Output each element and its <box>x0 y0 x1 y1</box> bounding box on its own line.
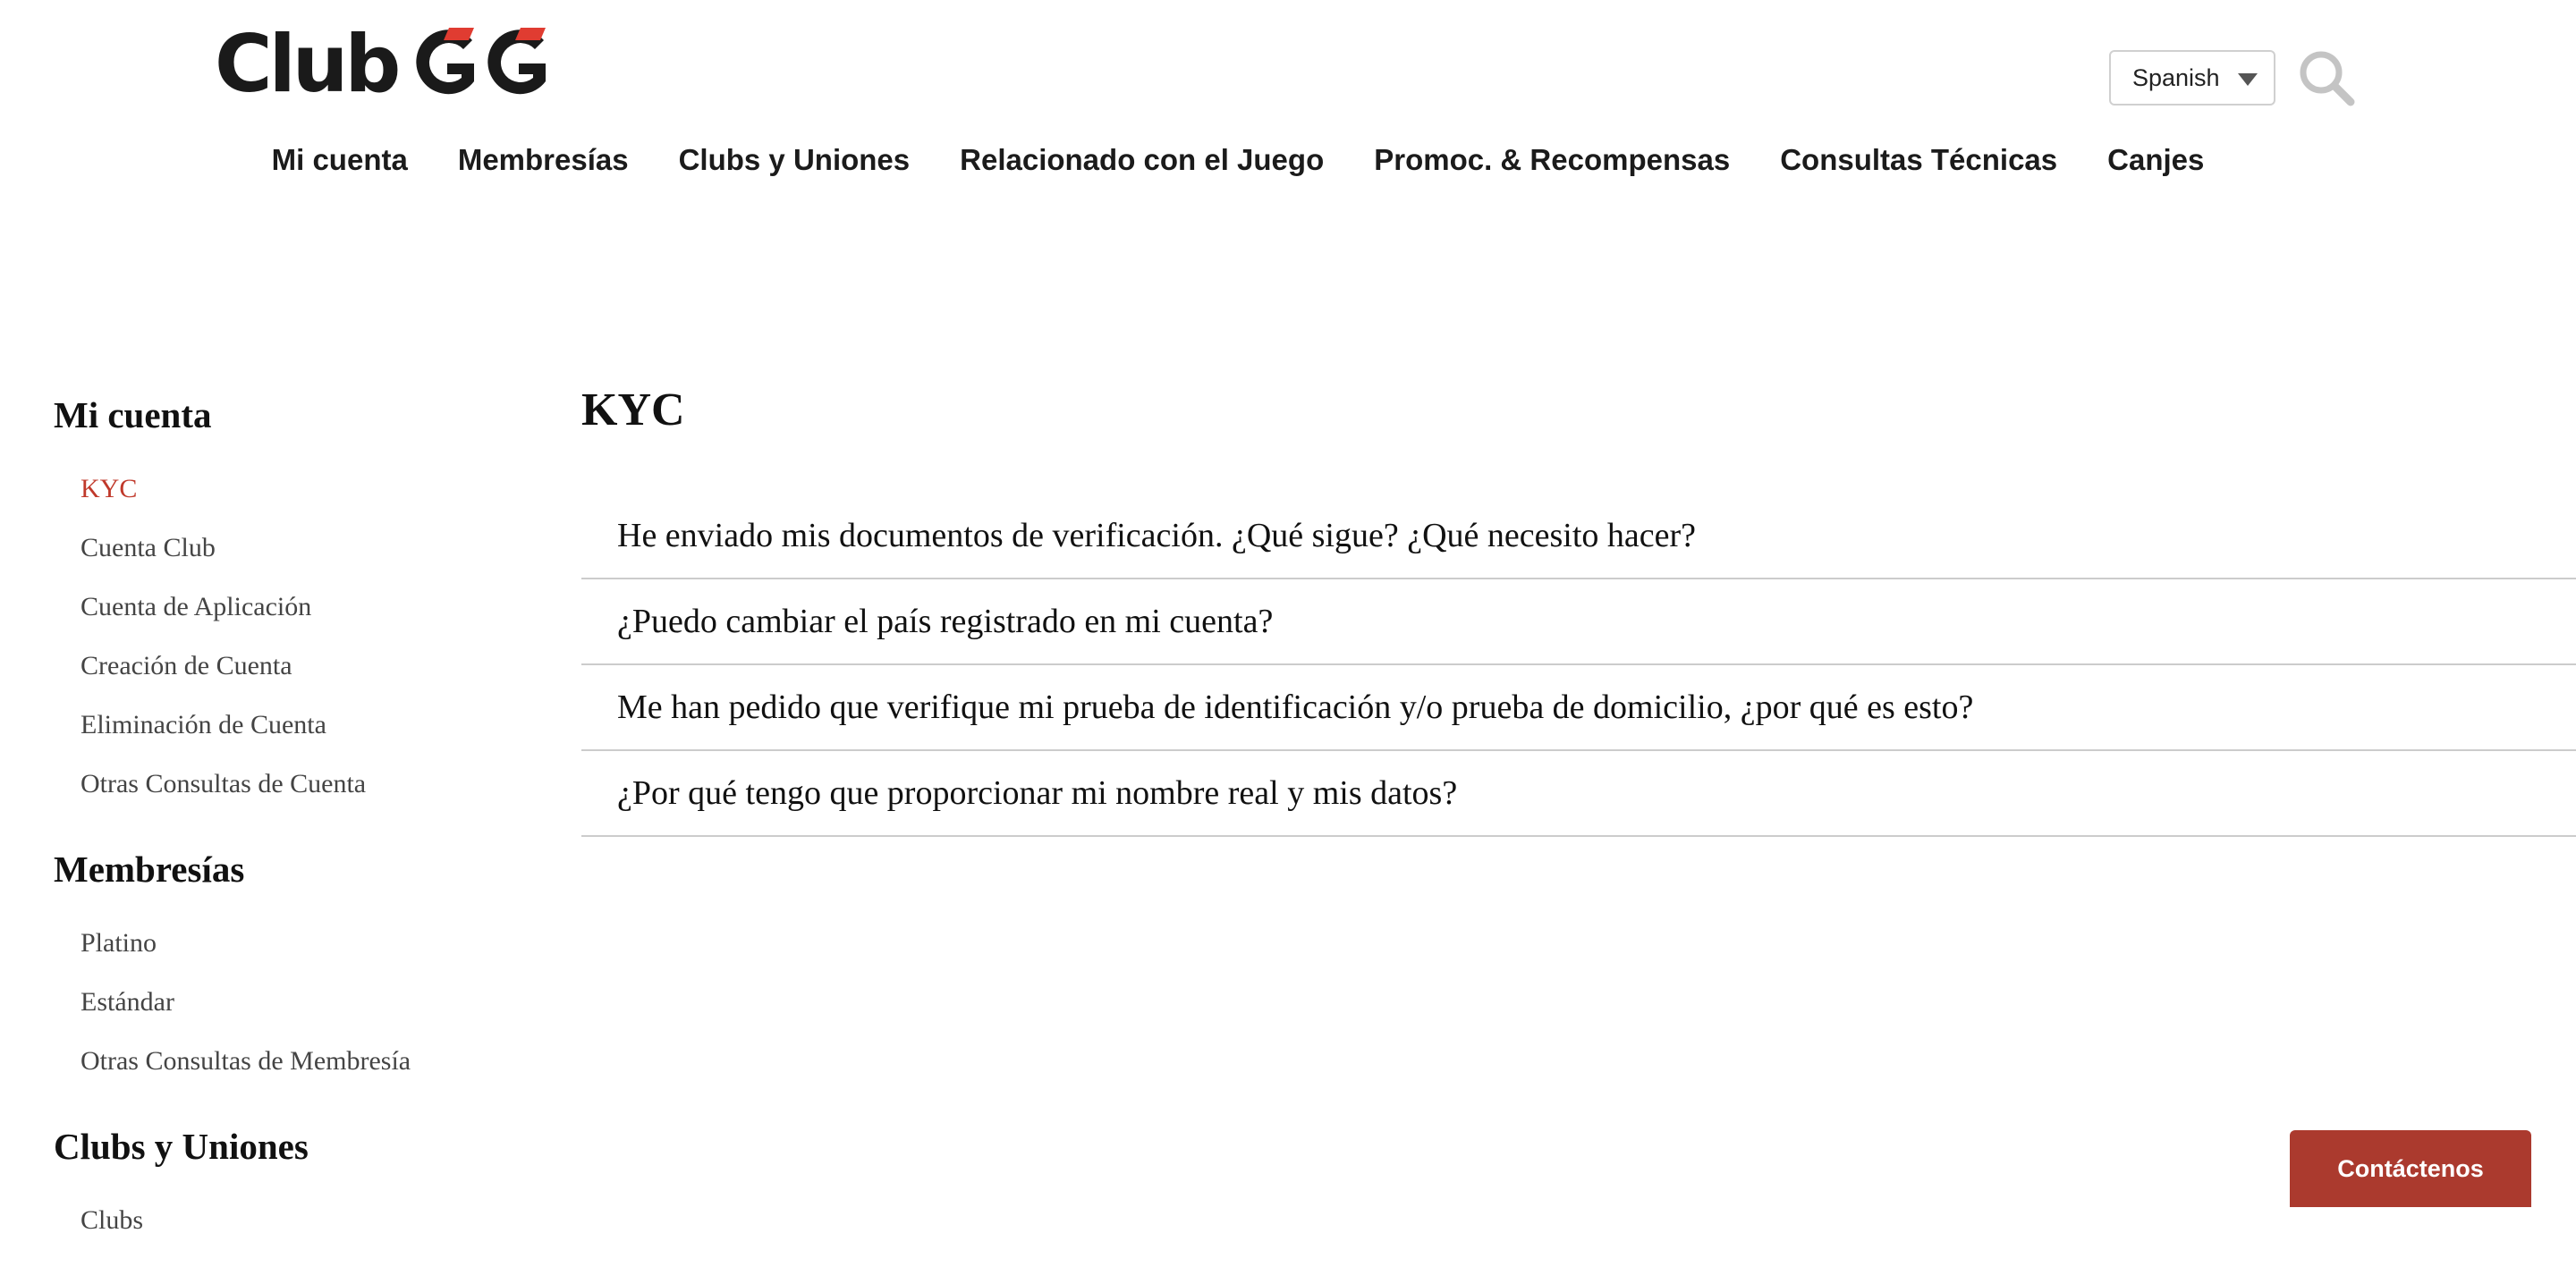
faq-item[interactable]: ¿Por qué tengo que proporcionar mi nombr… <box>581 751 2576 837</box>
sidebar-section-title[interactable]: Clubs y Uniones <box>54 1125 519 1168</box>
nav-mi-cuenta[interactable]: Mi cuenta <box>272 143 408 177</box>
nav-relacionado-con-el-juego[interactable]: Relacionado con el Juego <box>960 143 1324 177</box>
sidebar-list: KYC Cuenta Club Cuenta de Aplicación Cre… <box>54 460 519 814</box>
faq-item[interactable]: ¿Puedo cambiar el país registrado en mi … <box>581 579 2576 665</box>
nav-clubs-y-uniones[interactable]: Clubs y Uniones <box>679 143 911 177</box>
faq-item[interactable]: He enviado mis documentos de verificació… <box>581 494 2576 579</box>
faq-list: He enviado mis documentos de verificació… <box>581 494 2576 837</box>
language-select-value: Spanish <box>2132 63 2220 91</box>
sidebar-item-eliminacion-de-cuenta[interactable]: Eliminación de Cuenta <box>54 696 519 755</box>
page-title: KYC <box>581 384 685 435</box>
logo-club-text: Club <box>215 18 401 110</box>
sidebar-section-mi-cuenta: Mi cuenta KYC Cuenta Club Cuenta de Apli… <box>54 393 519 814</box>
logo-gg-mark <box>410 24 549 106</box>
search-icon <box>2300 51 2355 106</box>
nav-promoc-recompensas[interactable]: Promoc. & Recompensas <box>1374 143 1730 177</box>
sidebar-list: Platino Estándar Otras Consultas de Memb… <box>54 914 519 1091</box>
sidebar-item-clubs[interactable]: Clubs <box>54 1191 519 1250</box>
sidebar-section-title[interactable]: Membresías <box>54 848 519 891</box>
chevron-down-icon <box>2238 73 2258 86</box>
contact-button[interactable]: Contáctenos <box>2290 1130 2531 1207</box>
sidebar-item-platino[interactable]: Platino <box>54 914 519 973</box>
sidebar-item-creacion-de-cuenta[interactable]: Creación de Cuenta <box>54 637 519 696</box>
search-button[interactable] <box>2295 46 2360 111</box>
nav-consultas-tecnicas[interactable]: Consultas Técnicas <box>1780 143 2057 177</box>
nav-membresias[interactable]: Membresías <box>458 143 629 177</box>
sidebar-item-otras-consultas-de-membresia[interactable]: Otras Consultas de Membresía <box>54 1032 519 1091</box>
sidebar-item-estandar[interactable]: Estándar <box>54 973 519 1032</box>
nav-canjes[interactable]: Canjes <box>2107 143 2204 177</box>
sidebar-section-clubs-y-uniones: Clubs y Uniones Clubs <box>54 1125 519 1250</box>
clubgg-logo[interactable]: Club <box>215 23 549 106</box>
sidebar-list: Clubs <box>54 1191 519 1250</box>
main-content: KYC He enviado mis documentos de verific… <box>581 379 2576 837</box>
sidebar-section-title[interactable]: Mi cuenta <box>54 393 519 436</box>
sidebar-item-cuenta-club[interactable]: Cuenta Club <box>54 519 519 578</box>
sidebar-item-kyc[interactable]: KYC <box>54 460 519 519</box>
sidebar-item-cuenta-de-aplicacion[interactable]: Cuenta de Aplicación <box>54 578 519 637</box>
main-nav: Mi cuenta Membresías Clubs y Uniones Rel… <box>0 143 2526 177</box>
sidebar-item-otras-consultas-de-cuenta[interactable]: Otras Consultas de Cuenta <box>54 755 519 814</box>
sidebar-section-membresias: Membresías Platino Estándar Otras Consul… <box>54 848 519 1091</box>
sidebar: Mi cuenta KYC Cuenta Club Cuenta de Apli… <box>54 393 519 1284</box>
faq-item[interactable]: Me han pedido que verifique mi prueba de… <box>581 665 2576 751</box>
language-select[interactable]: Spanish <box>2109 50 2275 106</box>
